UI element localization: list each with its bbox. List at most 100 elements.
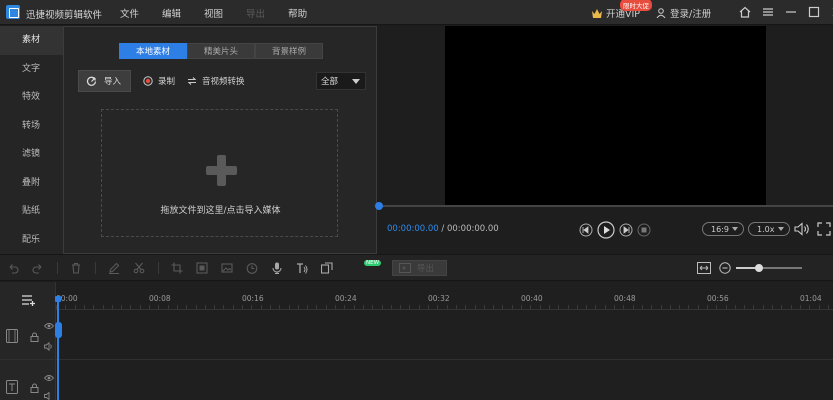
zoom-slider[interactable] bbox=[736, 264, 802, 272]
ruler-minor-tick bbox=[475, 305, 476, 309]
import-button[interactable]: 导入 bbox=[78, 70, 131, 92]
ruler-minor-tick bbox=[186, 305, 187, 309]
sidebar-item-music[interactable]: 配乐 bbox=[0, 226, 63, 255]
chevron-down-icon bbox=[352, 79, 360, 84]
image-icon[interactable] bbox=[221, 262, 233, 274]
ruler-minor-tick bbox=[623, 305, 624, 309]
user-icon bbox=[656, 8, 666, 18]
ruler-minor-tick bbox=[605, 305, 606, 309]
sidebar-item-effects[interactable]: 特效 bbox=[0, 83, 63, 112]
ruler-minor-tick bbox=[316, 305, 317, 309]
minimize-icon[interactable] bbox=[784, 5, 798, 19]
home-icon[interactable] bbox=[738, 5, 752, 19]
playhead[interactable] bbox=[57, 300, 59, 400]
aspect-ratio-value: 16:9 bbox=[711, 224, 729, 234]
playhead-track-marker bbox=[55, 322, 62, 338]
tab-intro-templates[interactable]: 精美片头 bbox=[187, 43, 255, 59]
tab-local-media[interactable]: 本地素材 bbox=[119, 43, 187, 59]
plus-icon bbox=[206, 155, 237, 186]
ruler-minor-tick bbox=[363, 305, 364, 309]
step-forward-icon[interactable] bbox=[619, 223, 633, 237]
ruler-minor-tick bbox=[400, 305, 401, 309]
play-icon[interactable] bbox=[597, 221, 615, 239]
ruler-minor-tick bbox=[633, 305, 634, 309]
export-button[interactable]: 导出 bbox=[392, 260, 447, 276]
ruler-minor-tick bbox=[354, 305, 355, 309]
sidebar-item-transitions[interactable]: 转场 bbox=[0, 112, 63, 141]
category-sidebar: 素材 文字 特效 转场 滤镜 叠附 贴纸 配乐 bbox=[0, 26, 63, 254]
login-button[interactable]: 登录/注册 bbox=[656, 6, 711, 20]
seekbar-handle[interactable] bbox=[375, 202, 383, 210]
new-feature-badge: NEW bbox=[364, 260, 382, 266]
media-filter-select[interactable]: 全部 bbox=[316, 72, 366, 90]
menu-icon[interactable] bbox=[761, 5, 775, 19]
preview-seekbar[interactable] bbox=[378, 205, 833, 207]
ruler-minor-tick bbox=[223, 305, 224, 309]
ruler-minor-tick bbox=[177, 305, 178, 309]
sidebar-item-text[interactable]: 文字 bbox=[0, 55, 63, 84]
ruler-minor-tick bbox=[614, 305, 615, 309]
menu-view[interactable]: 视图 bbox=[204, 6, 223, 20]
stop-icon[interactable] bbox=[637, 223, 651, 237]
undo-icon[interactable] bbox=[7, 262, 19, 274]
ruler-minor-tick bbox=[140, 305, 141, 309]
ruler-minor-tick bbox=[688, 305, 689, 309]
record-button[interactable]: 录制 bbox=[143, 75, 175, 87]
ruler-tick-label: 00:16 bbox=[242, 294, 264, 303]
sidebar-item-filters[interactable]: 滤镜 bbox=[0, 140, 63, 169]
menu-export: 导出 bbox=[246, 9, 266, 20]
video-track[interactable] bbox=[0, 312, 833, 360]
fit-timeline-icon[interactable] bbox=[697, 262, 711, 274]
av-convert-button[interactable]: 音视频转换 bbox=[187, 75, 245, 87]
green-screen-icon[interactable] bbox=[321, 262, 333, 274]
timeline-ruler[interactable]: 00:00 00:08 00:16 00:24 00:32 00:40 00:48 00:56… bbox=[56, 290, 833, 310]
volume-icon[interactable] bbox=[794, 222, 811, 236]
media-dropzone[interactable]: 拖放文件到这里/点击导入媒体 bbox=[101, 109, 338, 237]
ruler-minor-tick bbox=[819, 305, 820, 309]
zoom-out-icon[interactable] bbox=[719, 262, 731, 274]
edit-tools bbox=[7, 262, 346, 274]
zoom-slider-handle[interactable] bbox=[755, 264, 763, 272]
ruler-minor-tick bbox=[791, 305, 792, 309]
microphone-icon[interactable] bbox=[271, 262, 283, 274]
mosaic-icon[interactable] bbox=[196, 262, 208, 274]
speed-select[interactable]: 1.0x bbox=[748, 222, 790, 236]
ruler-minor-tick bbox=[75, 305, 76, 309]
aspect-ratio-select[interactable]: 16:9 bbox=[702, 222, 744, 236]
ruler-minor-tick bbox=[716, 305, 717, 309]
redo-icon[interactable] bbox=[32, 262, 44, 274]
text-to-speech-icon[interactable] bbox=[296, 262, 308, 274]
sidebar-item-stickers[interactable]: 贴纸 bbox=[0, 197, 63, 226]
ruler-minor-tick bbox=[242, 305, 243, 309]
ruler-minor-tick bbox=[726, 305, 727, 309]
delete-icon[interactable] bbox=[70, 262, 82, 274]
step-back-icon[interactable] bbox=[579, 223, 593, 237]
ruler-minor-tick bbox=[419, 305, 420, 309]
ruler-minor-tick bbox=[196, 305, 197, 309]
text-track[interactable] bbox=[0, 362, 833, 400]
media-panel: 本地素材 精美片头 背景样例 导入 录制 音视频转换 全部 拖放文件到这里/点击… bbox=[63, 26, 377, 254]
tab-background-samples[interactable]: 背景样例 bbox=[255, 43, 323, 59]
fullscreen-icon[interactable] bbox=[817, 222, 831, 236]
menu-edit[interactable]: 编辑 bbox=[162, 6, 181, 20]
ruler-minor-tick bbox=[382, 305, 383, 309]
sidebar-item-overlays[interactable]: 叠附 bbox=[0, 169, 63, 198]
menu-file[interactable]: 文件 bbox=[120, 6, 139, 20]
edit-icon[interactable] bbox=[108, 262, 120, 274]
ruler-minor-tick bbox=[540, 305, 541, 309]
crop-icon[interactable] bbox=[171, 262, 183, 274]
split-icon[interactable] bbox=[133, 262, 145, 274]
app-logo-icon bbox=[6, 5, 20, 19]
crown-icon bbox=[592, 8, 602, 18]
dropzone-hint: 拖放文件到这里/点击导入媒体 bbox=[160, 206, 281, 216]
vip-promo-badge: 限时大促 bbox=[620, 0, 652, 11]
add-track-icon[interactable] bbox=[22, 294, 36, 306]
maximize-icon[interactable] bbox=[807, 5, 821, 19]
sidebar-item-material[interactable]: 素材 bbox=[0, 26, 63, 55]
media-tools: 导入 录制 音视频转换 bbox=[78, 70, 245, 92]
duration-icon[interactable] bbox=[246, 262, 258, 274]
ruler-minor-tick bbox=[735, 305, 736, 309]
ruler-minor-tick bbox=[707, 305, 708, 309]
ruler-minor-tick bbox=[465, 305, 466, 309]
menu-help[interactable]: 帮助 bbox=[288, 6, 307, 20]
